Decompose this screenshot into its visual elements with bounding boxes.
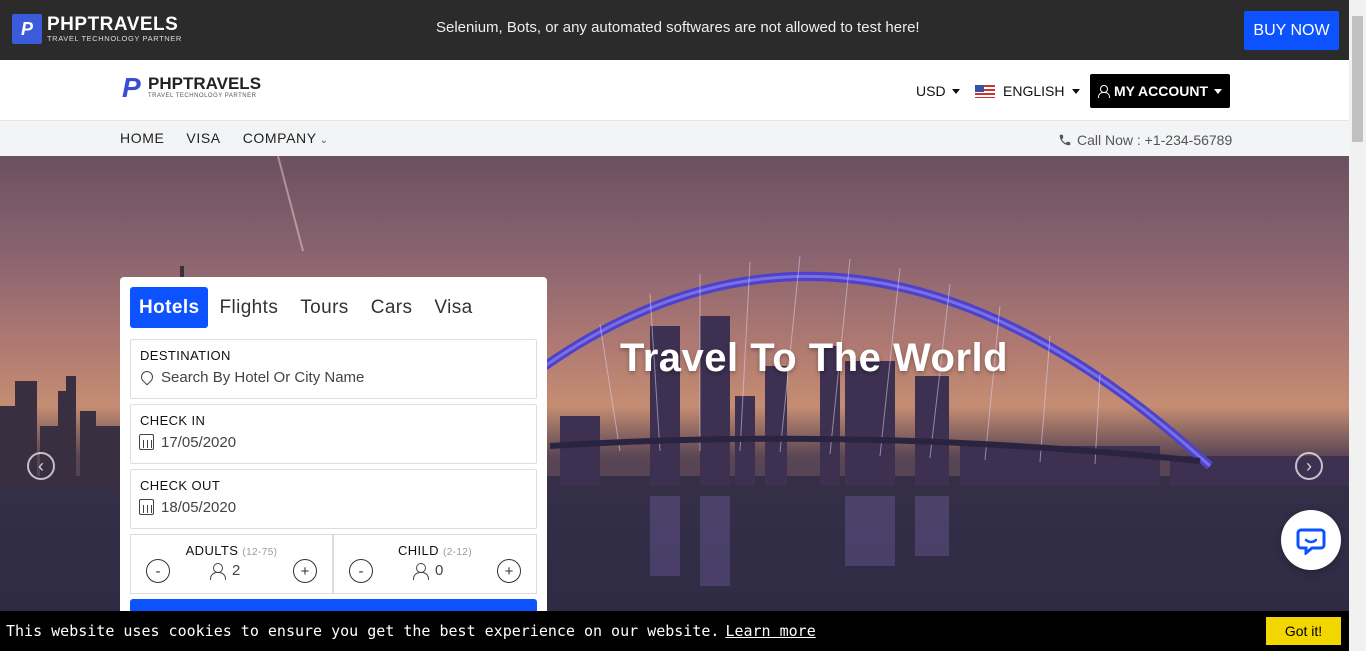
site-logo[interactable]: P PHPTRAVELS TRAVEL TECHNOLOGY PARTNER <box>122 74 261 102</box>
checkout-label: CHECK OUT <box>140 478 221 493</box>
call-now[interactable]: Call Now : +1-234-56789 <box>1058 132 1232 148</box>
tab-tours[interactable]: Tours <box>289 287 359 328</box>
logo-name: PHPTRAVELS <box>148 74 262 93</box>
adults-label: ADULTS <box>185 543 239 558</box>
adults-selector: ADULTS (12-75) - 2 + <box>130 534 333 594</box>
child-selector: CHILD (2-12) - 0 + <box>333 534 537 594</box>
adults-count: 2 <box>232 562 241 579</box>
scrollbar-thumb[interactable] <box>1352 16 1363 142</box>
chevron-right-icon: › <box>1306 456 1312 476</box>
site-header: P PHPTRAVELS TRAVEL TECHNOLOGY PARTNER U… <box>0 60 1349 120</box>
language-dropdown[interactable]: ENGLISH <box>975 83 1081 99</box>
caret-down-icon <box>1214 88 1223 94</box>
checkout-field[interactable]: CHECK OUT 18/05/2020 <box>130 469 537 529</box>
chevron-left-icon: ‹ <box>38 456 44 476</box>
learn-more-link[interactable]: Learn more <box>725 622 815 640</box>
chat-widget-button[interactable] <box>1281 510 1341 570</box>
adults-decrement-button[interactable]: - <box>146 559 170 583</box>
nav-company-label: COMPANY <box>242 130 317 146</box>
child-label: CHILD <box>397 543 439 558</box>
slider-prev-button[interactable]: ‹ <box>27 452 55 480</box>
cookie-message: This website uses cookies to ensure you … <box>6 622 720 640</box>
destination-label: DESTINATION <box>140 348 231 363</box>
logo-mark-icon: P <box>122 72 141 103</box>
phone-icon <box>1059 134 1071 146</box>
top-brand-logo[interactable]: P PHPTRAVELS TRAVEL TECHNOLOGY PARTNER <box>12 14 182 44</box>
child-increment-button[interactable]: + <box>497 559 521 583</box>
user-icon <box>1097 85 1110 98</box>
chevron-down-icon: ⌄ <box>319 135 329 146</box>
checkout-input[interactable]: 18/05/2020 <box>161 499 236 516</box>
person-icon <box>210 562 226 580</box>
currency-dropdown[interactable]: USD <box>916 83 960 99</box>
logo-tagline: TRAVEL TECHNOLOGY PARTNER <box>148 93 257 99</box>
page-scrollbar[interactable] <box>1349 0 1366 651</box>
search-tabs: Hotels Flights Tours Cars Visa <box>130 287 484 328</box>
automation-notice: Selenium, Bots, or any automated softwar… <box>436 19 920 36</box>
location-pin-icon <box>138 368 156 386</box>
plus-label: + <box>504 562 514 580</box>
child-count: 0 <box>435 562 444 579</box>
nav-home[interactable]: HOME <box>120 130 164 146</box>
nav-visa[interactable]: VISA <box>186 130 220 146</box>
child-decrement-button[interactable]: - <box>349 559 373 583</box>
promo-bar: P PHPTRAVELS TRAVEL TECHNOLOGY PARTNER S… <box>0 0 1349 60</box>
main-navbar: HOME VISA COMPANY ⌄ Call Now : +1-234-567… <box>0 120 1349 156</box>
nav-company[interactable]: COMPANY ⌄ <box>243 130 329 146</box>
brand-tagline: TRAVEL TECHNOLOGY PARTNER <box>47 33 182 43</box>
account-label: MY ACCOUNT <box>1113 83 1209 99</box>
child-range: (2-12) <box>442 547 473 558</box>
caret-down-icon <box>1072 88 1081 94</box>
buy-now-button[interactable]: BUY NOW <box>1244 11 1339 50</box>
brand-logo-icon: P <box>12 14 42 44</box>
calendar-icon <box>139 434 154 450</box>
destination-input[interactable]: Search By Hotel Or City Name <box>161 369 364 386</box>
checkin-field[interactable]: CHECK IN 17/05/2020 <box>130 404 537 464</box>
caret-down-icon <box>951 88 960 94</box>
checkin-label: CHECK IN <box>140 413 206 428</box>
cookie-banner: This website uses cookies to ensure you … <box>0 611 1349 651</box>
tab-visa[interactable]: Visa <box>423 287 483 328</box>
language-label: ENGLISH <box>1003 83 1065 99</box>
calendar-icon <box>139 499 154 515</box>
chat-bubble-icon <box>1296 528 1326 555</box>
tab-hotels[interactable]: Hotels <box>130 287 209 328</box>
tab-cars[interactable]: Cars <box>360 287 424 328</box>
tab-flights[interactable]: Flights <box>208 287 289 328</box>
my-account-button[interactable]: MY ACCOUNT <box>1090 74 1230 108</box>
adults-increment-button[interactable]: + <box>293 559 317 583</box>
hero-headline: Travel To The World <box>620 336 1009 380</box>
cookie-accept-button[interactable]: Got it! <box>1266 617 1341 645</box>
us-flag-icon <box>975 84 995 98</box>
destination-field[interactable]: DESTINATION Search By Hotel Or City Name <box>130 339 537 399</box>
person-icon <box>413 562 429 580</box>
call-text: Call Now : +1-234-56789 <box>1077 132 1233 148</box>
brand-name: PHPTRAVELS <box>47 13 179 35</box>
currency-label: USD <box>916 83 946 99</box>
checkin-input[interactable]: 17/05/2020 <box>161 434 236 451</box>
adults-range: (12-75) <box>242 547 278 558</box>
slider-next-button[interactable]: › <box>1295 452 1323 480</box>
